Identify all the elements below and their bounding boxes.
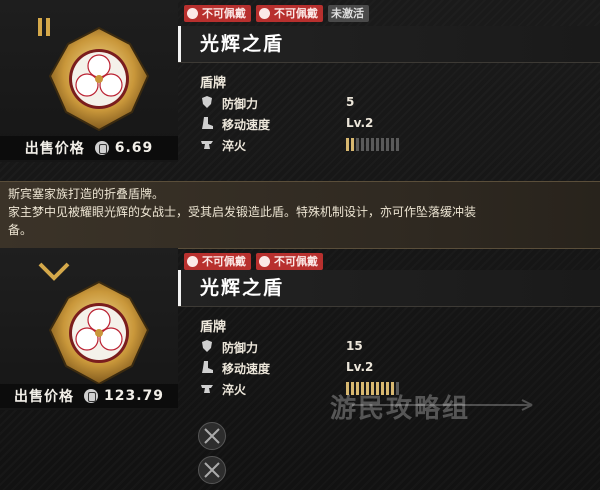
shield-small-icon: [202, 340, 212, 352]
item-card-2[interactable]: 出售价格 123.79 不可佩戴 不可佩戴 光辉之盾 盾牌 防御力 15 移动速…: [0, 248, 600, 490]
stat-defense-value: 5: [346, 95, 355, 109]
boot-icon: [202, 117, 213, 129]
temper-segment: [346, 138, 349, 151]
item-category: 盾牌: [200, 76, 227, 91]
cannot-equip-badge: 不可佩戴: [256, 253, 323, 270]
shield-icon: [44, 278, 154, 388]
temper-segment: [371, 138, 374, 151]
temper-segment: [396, 138, 399, 151]
sell-price-bar: 出售价格 123.79: [0, 384, 178, 408]
shield-small-icon: [202, 96, 212, 108]
figure-icon: [259, 256, 270, 267]
stat-move-speed: 移动速度 Lv.2: [178, 113, 600, 134]
stat-move-speed-value: Lv.2: [346, 360, 374, 374]
description-line: 家主梦中见被耀眼光辉的女战士，受其启发锻造此盾。特殊机制设计，亦可作坠落缓冲装: [8, 205, 477, 219]
stat-defense: 防御力 5: [178, 92, 600, 113]
cannot-equip-badge: 不可佩戴: [184, 5, 251, 22]
anvil-icon: [201, 385, 213, 393]
temper-segment: [381, 138, 384, 151]
figure-icon: [187, 8, 198, 19]
temper-segment: [356, 138, 359, 151]
item-info: 光辉之盾 盾牌 防御力 5 移动速度 Lv.2 淬火: [178, 26, 600, 162]
badge-row: 不可佩戴 不可佩戴 未激活: [184, 5, 369, 22]
badge-row: 不可佩戴 不可佩戴: [184, 253, 323, 270]
item-description: 斯宾塞家族打造的折叠盾牌。 家主梦中见被耀眼光辉的女战士，受其启发锻造此盾。特殊…: [0, 181, 600, 249]
temper-segment: [366, 138, 369, 151]
cannot-equip-badge: 不可佩戴: [184, 253, 251, 270]
description-line: 斯宾塞家族打造的折叠盾牌。: [8, 187, 165, 201]
temper-gauge: [346, 138, 399, 151]
watermark: 游民攻略组: [330, 394, 471, 424]
sell-price-bar: 出售价格 6.69: [0, 136, 178, 160]
anvil-icon: [201, 141, 213, 149]
stat-defense: 防御力 15: [178, 336, 600, 357]
stat-move-speed: 移动速度 Lv.2: [178, 357, 600, 378]
temper-segment: [386, 138, 389, 151]
temper-segment: [351, 138, 354, 151]
item-icon-column: 出售价格 123.79: [0, 248, 178, 410]
sell-price-value: 6.69: [114, 140, 154, 156]
coin-icon: [94, 141, 109, 155]
stat-move-speed-value: Lv.2: [346, 116, 374, 130]
inactive-badge: 未激活: [328, 5, 369, 22]
item-name: 光辉之盾: [178, 270, 600, 307]
sell-price-label: 出售价格: [13, 389, 74, 405]
temper-segment: [376, 138, 379, 151]
item-name: 光辉之盾: [178, 26, 600, 63]
crossed-swords-icon[interactable]: [198, 456, 226, 484]
description-line: 备。: [8, 223, 33, 237]
sell-price-value: 123.79: [103, 388, 165, 404]
temper-segment: [391, 138, 394, 151]
cannot-equip-badge: 不可佩戴: [256, 5, 323, 22]
temper-segment: [361, 138, 364, 151]
item-info: 光辉之盾 盾牌 防御力 15 移动速度 Lv.2 淬火: [178, 270, 600, 490]
stat-defense-value: 15: [346, 339, 363, 353]
coin-icon: [83, 389, 98, 403]
figure-icon: [187, 256, 198, 267]
crossed-swords-icon[interactable]: [198, 422, 226, 450]
boot-icon: [202, 361, 213, 373]
item-card-1[interactable]: 出售价格 6.69 不可佩戴 不可佩戴 未激活 光辉之盾 盾牌 防御力 5 移动…: [0, 0, 600, 180]
item-category: 盾牌: [200, 320, 227, 335]
figure-icon: [259, 8, 270, 19]
stat-temper: 淬火: [178, 134, 600, 155]
shield-icon: [44, 24, 154, 134]
item-icon-column: 出售价格 6.69: [0, 0, 178, 162]
sell-price-label: 出售价格: [24, 141, 85, 157]
